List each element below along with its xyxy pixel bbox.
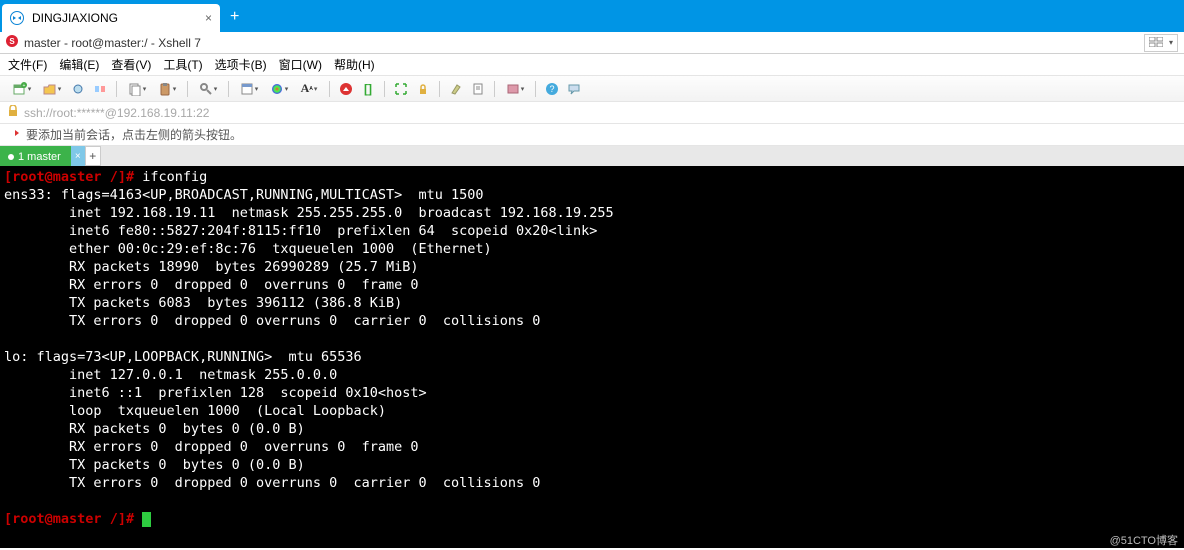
teamviewer-icon [10,11,24,25]
menu-view[interactable]: 查看(V) [111,56,151,73]
arrow-icon[interactable] [8,127,20,142]
cursor [142,512,151,527]
chat-button[interactable] [565,80,583,98]
paste-button[interactable]: ▾ [154,80,180,98]
close-session-button[interactable]: × [71,146,85,166]
new-session-button[interactable]: +▾ [9,80,35,98]
lock-icon [8,105,18,120]
separator [494,81,495,97]
session-tabs: 1 master × + [0,146,1184,166]
chevron-down-icon[interactable]: ▾ [1169,38,1173,47]
out-line: inet6 fe80::5827:204f:8115:ff10 prefixle… [4,223,597,239]
copy-button[interactable]: ▾ [124,80,150,98]
menu-file[interactable]: 文件(F) [8,56,47,73]
browser-tab-title: DINGJIAXIONG [32,11,118,25]
title-bar: S master - root@master:/ - Xshell 7 ▾ [0,32,1184,54]
out-line: TX packets 0 bytes 0 (0.0 B) [4,457,305,473]
disconnect-button[interactable] [91,80,109,98]
out-line: RX errors 0 dropped 0 overruns 0 frame 0 [4,439,419,455]
menu-window[interactable]: 窗口(W) [279,56,322,73]
out-line: RX packets 18990 bytes 26990289 (25.7 Mi… [4,259,419,275]
xshell-icon: S [6,35,18,50]
prompt-user: root@master [12,169,101,185]
window-grid-icon[interactable] [1149,36,1163,50]
color-scheme-button[interactable]: ▾ [266,80,292,98]
cmd-ifconfig: ifconfig [142,169,207,185]
toolbar: +▾ ▾ ▾ ▾ ▾ ▾ ▾ Aᴀ▾ [] ▾ ? [0,76,1184,102]
svg-text:?: ? [549,84,554,94]
find-button[interactable]: ▾ [195,80,221,98]
out-line: inet 127.0.0.1 netmask 255.0.0.0 [4,367,337,383]
out-line: lo: flags=73<UP,LOOPBACK,RUNNING> mtu 65… [4,349,362,365]
out-line: TX packets 6083 bytes 396112 (386.8 KiB) [4,295,402,311]
menu-tab[interactable]: 选项卡(B) [215,56,267,73]
open-session-button[interactable]: ▾ [39,80,65,98]
browser-tab[interactable]: DINGJIAXIONG × [2,4,220,32]
svg-text:S: S [9,37,15,46]
separator [329,81,330,97]
session-tab-label: 1 master [18,151,61,163]
fullscreen-button[interactable] [392,80,410,98]
browser-bar: DINGJIAXIONG × + [0,0,1184,32]
ssh-address-bar[interactable]: ssh://root:******@192.168.19.11:22 [0,102,1184,124]
hint-text: 要添加当前会话，点击左侧的箭头按钮。 [26,126,242,143]
font-button[interactable]: Aᴀ▾ [296,80,322,98]
out-line: TX errors 0 dropped 0 overruns 0 carrier… [4,475,540,491]
separator [384,81,385,97]
separator [116,81,117,97]
add-session-button[interactable]: + [85,146,101,166]
prompt-path: / [110,169,118,185]
menu-bar: 文件(F) 编辑(E) 查看(V) 工具(T) 选项卡(B) 窗口(W) 帮助(… [0,54,1184,76]
watermark: @51CTO博客 [1110,532,1178,548]
out-line: TX errors 0 dropped 0 overruns 0 carrier… [4,313,540,329]
out-line: ether 00:0c:29:ef:8c:76 txqueuelen 1000 … [4,241,492,257]
window-title: master - root@master:/ - Xshell 7 [24,36,201,50]
properties-button[interactable]: ▾ [236,80,262,98]
out-line: inet 192.168.19.11 netmask 255.255.255.0… [4,205,614,221]
lock-button[interactable] [414,80,432,98]
svg-text:+: + [22,83,25,89]
hint-bar: 要添加当前会话，点击左侧的箭头按钮。 [0,124,1184,146]
out-line: ens33: flags=4163<UP,BROADCAST,RUNNING,M… [4,187,484,203]
menu-help[interactable]: 帮助(H) [334,56,375,73]
session-status-icon [8,154,14,160]
prompt-path: / [110,511,118,527]
menu-tools[interactable]: 工具(T) [163,56,202,73]
new-tab-button[interactable]: + [220,8,249,32]
separator [535,81,536,97]
bracket-button[interactable]: [] [359,80,377,98]
close-tab-button[interactable]: × [205,11,212,25]
out-line: inet6 ::1 prefixlen 128 scopeid 0x10<hos… [4,385,427,401]
prompt-user: root@master [12,511,101,527]
terminal[interactable]: [root@master /]# ifconfig ens33: flags=4… [0,166,1184,548]
connect-button[interactable] [69,80,87,98]
menu-edit[interactable]: 编辑(E) [59,56,99,73]
highlight-button[interactable] [447,80,465,98]
script-button[interactable] [469,80,487,98]
help-button[interactable]: ? [543,80,561,98]
encoding-button[interactable]: ▾ [502,80,528,98]
out-line: RX packets 0 bytes 0 (0.0 B) [4,421,305,437]
out-line: RX errors 0 dropped 0 overruns 0 frame 0 [4,277,419,293]
separator [187,81,188,97]
out-line: loop txqueuelen 1000 (Local Loopback) [4,403,386,419]
separator [228,81,229,97]
window-controls: ▾ [1144,34,1178,52]
session-tab-master[interactable]: 1 master [0,146,71,166]
ssh-url: ssh://root:******@192.168.19.11:22 [24,106,209,120]
separator [439,81,440,97]
xftp-button[interactable] [337,80,355,98]
